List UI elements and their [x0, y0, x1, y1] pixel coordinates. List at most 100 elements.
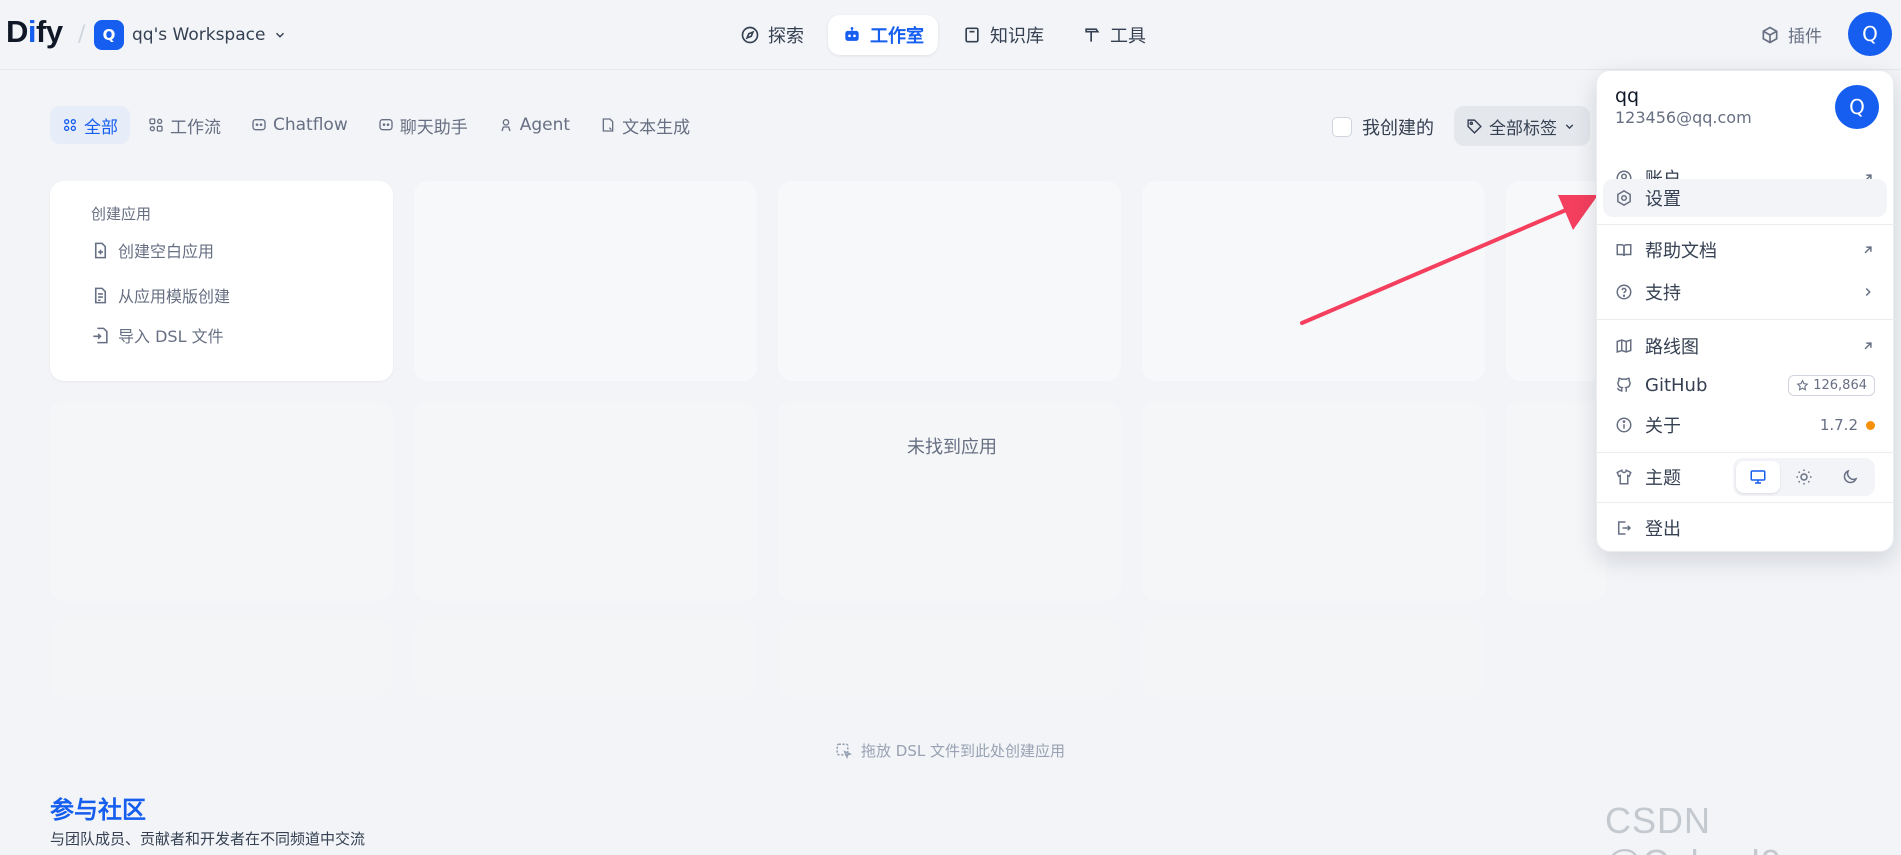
- tab-text-generation[interactable]: 文本生成: [588, 106, 702, 144]
- plugins-button[interactable]: 插件: [1760, 22, 1822, 47]
- menu-logout[interactable]: 登出: [1603, 509, 1887, 547]
- help-circle-icon: [1616, 284, 1632, 300]
- monitor-icon: [1750, 470, 1766, 484]
- menu-roadmap-label: 路线图: [1645, 337, 1699, 358]
- nav-explore-label: 探索: [768, 26, 804, 47]
- app-card-placeholder: [1506, 401, 1606, 601]
- theme-dark-button[interactable]: [1828, 461, 1872, 493]
- menu-theme-label: 主题: [1645, 468, 1681, 489]
- menu-support-label: 支持: [1645, 283, 1681, 304]
- moon-icon: [1843, 469, 1858, 484]
- tab-chatbot-label: 聊天助手: [399, 117, 468, 138]
- tab-agent-label: Agent: [519, 115, 571, 135]
- github-icon: [1616, 377, 1631, 392]
- create-blank-app-label: 创建空白应用: [118, 242, 215, 261]
- app-card-placeholder: [50, 401, 393, 601]
- created-by-me-filter[interactable]: 我创建的: [1332, 114, 1434, 140]
- app-card-placeholder: [50, 618, 393, 698]
- created-by-me-label: 我创建的: [1362, 118, 1434, 139]
- app-card-placeholder: [414, 618, 757, 698]
- tab-workflow-label: 工作流: [170, 117, 221, 138]
- external-link-icon: [1864, 342, 1872, 350]
- menu-user-avatar: Q: [1835, 85, 1879, 129]
- tab-chatflow[interactable]: Chatflow: [239, 106, 360, 144]
- nav-studio[interactable]: 工作室: [828, 15, 938, 55]
- workspace-name: qq's Workspace: [132, 25, 266, 45]
- logout-icon: [1618, 521, 1632, 535]
- chevron-right-icon: [1865, 287, 1871, 297]
- nav-tools[interactable]: 工具: [1068, 15, 1160, 55]
- menu-roadmap[interactable]: 路线图: [1603, 327, 1887, 365]
- tab-text-generation-label: 文本生成: [622, 117, 691, 138]
- nav-studio-label: 工作室: [870, 26, 924, 47]
- breadcrumb-separator: /: [78, 22, 86, 47]
- create-from-template-button[interactable]: 从应用模版创建: [91, 283, 230, 307]
- file-plus-icon: [94, 242, 107, 258]
- document-icon: [602, 118, 614, 132]
- menu-divider: [1597, 452, 1895, 453]
- create-blank-app-button[interactable]: 创建空白应用: [91, 238, 214, 262]
- app-card-placeholder: [414, 181, 757, 381]
- robot-icon: [845, 27, 859, 41]
- menu-divider: [1597, 319, 1895, 320]
- grid-icon: [64, 119, 76, 131]
- menu-support[interactable]: 支持: [1603, 273, 1887, 311]
- app-type-tabs: 全部 工作流 Chatflow 聊天助手 Agent 文本生成: [50, 106, 702, 144]
- user-avatar-button[interactable]: Q: [1848, 12, 1892, 56]
- created-by-me-checkbox[interactable]: [1332, 117, 1352, 137]
- user-dropdown-menu: qq 123456@qq.com Q 账户 设置 帮助文档 支持 路线图 Git…: [1596, 70, 1895, 552]
- file-template-icon: [94, 287, 107, 303]
- menu-logout-label: 登出: [1645, 519, 1681, 540]
- menu-user-name: qq: [1615, 85, 1640, 107]
- drag-drop-icon: [836, 743, 853, 759]
- menu-about[interactable]: 关于 1.7.2: [1603, 406, 1887, 444]
- app-card-placeholder: [778, 181, 1121, 381]
- dsl-drop-hint: 拖放 DSL 文件到此处创建应用: [835, 740, 1065, 761]
- chevron-down-icon: [276, 32, 285, 38]
- tab-workflow[interactable]: 工作流: [136, 106, 233, 144]
- theme-light-button[interactable]: [1782, 461, 1826, 493]
- github-stars-badge: 126,864: [1788, 374, 1875, 396]
- create-from-template-label: 从应用模版创建: [118, 287, 231, 306]
- app-version: 1.7.2: [1819, 416, 1858, 434]
- tag-filter-label: 全部标签: [1489, 118, 1557, 139]
- nav-explore[interactable]: 探索: [726, 15, 818, 55]
- nav-knowledge[interactable]: 知识库: [948, 15, 1058, 55]
- create-app-title: 创建应用: [91, 205, 152, 223]
- app-card-placeholder: [1142, 181, 1485, 381]
- tab-chatflow-label: Chatflow: [273, 115, 348, 135]
- menu-settings-label: 设置: [1645, 189, 1681, 210]
- app-card-placeholder: [778, 401, 1121, 601]
- star-icon: [1796, 378, 1809, 391]
- menu-help-docs-label: 帮助文档: [1645, 241, 1717, 262]
- menu-theme: 主题: [1603, 456, 1887, 498]
- import-dsl-label: 导入 DSL 文件: [118, 327, 224, 346]
- menu-settings[interactable]: 设置: [1603, 179, 1887, 217]
- gear-icon: [1617, 190, 1631, 206]
- tab-agent[interactable]: Agent: [486, 106, 582, 144]
- compass-icon: [741, 26, 759, 44]
- menu-divider: [1597, 502, 1895, 503]
- dsl-drop-hint-label: 拖放 DSL 文件到此处创建应用: [861, 742, 1065, 760]
- plugins-label: 插件: [1788, 27, 1822, 47]
- theme-system-button[interactable]: [1736, 461, 1780, 493]
- tab-all[interactable]: 全部: [50, 106, 130, 144]
- workspace-switcher[interactable]: Q qq's Workspace: [94, 20, 287, 50]
- app-card-placeholder: [778, 618, 1121, 698]
- watermark: CSDN @Calvad0s: [1605, 800, 1800, 855]
- tab-chatbot[interactable]: 聊天助手: [366, 106, 480, 144]
- chatflow-icon: [252, 119, 266, 131]
- menu-help-docs[interactable]: 帮助文档: [1603, 231, 1887, 269]
- tab-all-label: 全部: [84, 117, 118, 138]
- menu-about-label: 关于: [1645, 416, 1681, 437]
- menu-divider: [1597, 224, 1895, 225]
- dify-logo[interactable]: Dify: [6, 14, 63, 50]
- menu-user-email: 123456@qq.com: [1615, 108, 1752, 127]
- top-header: Dify / Q qq's Workspace 探索 工作室 知识库 工具 插件…: [0, 0, 1901, 70]
- chat-bot-icon: [379, 119, 393, 131]
- tag-filter-select[interactable]: 全部标签: [1454, 106, 1590, 146]
- map-icon: [1616, 338, 1632, 354]
- hammer-icon: [1085, 28, 1100, 42]
- import-dsl-button[interactable]: 导入 DSL 文件: [91, 323, 224, 347]
- menu-github[interactable]: GitHub 126,864: [1603, 366, 1887, 404]
